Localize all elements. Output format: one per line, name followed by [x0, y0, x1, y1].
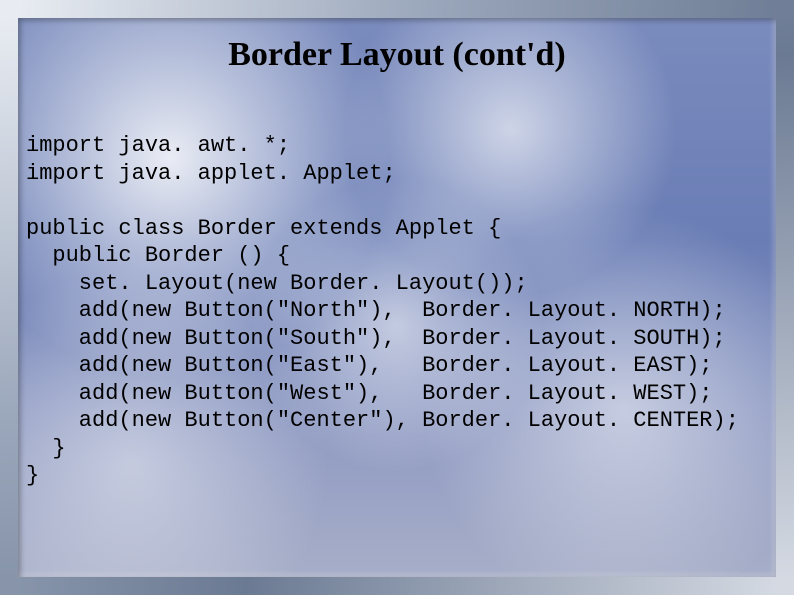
code-block: import java. awt. *; import java. applet…: [26, 132, 776, 490]
slide-title: Border Layout (cont'd): [18, 36, 776, 74]
slide-frame: Border Layout (cont'd) import java. awt.…: [0, 0, 794, 595]
